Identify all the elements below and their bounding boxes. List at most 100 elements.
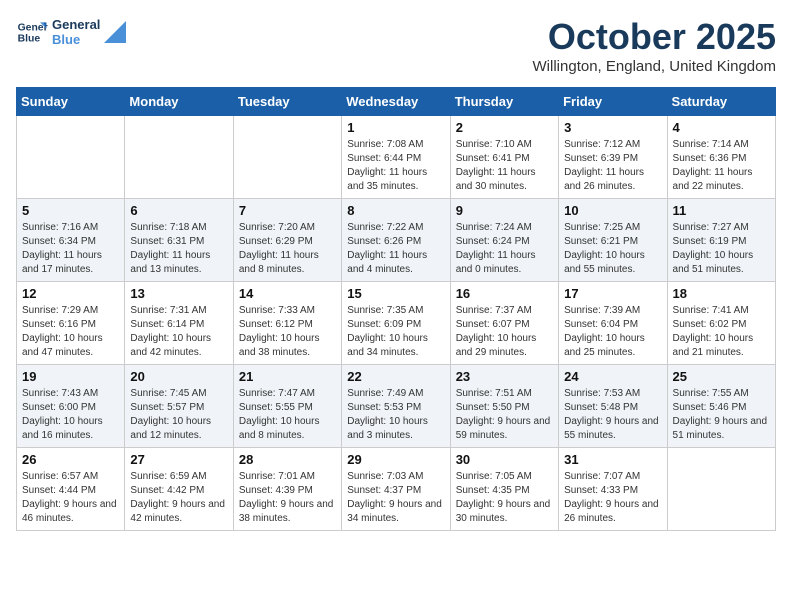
day-number: 11 — [673, 203, 770, 218]
calendar-cell — [17, 116, 125, 199]
day-info: Sunrise: 6:59 AMSunset: 4:42 PMDaylight:… — [130, 470, 227, 526]
day-info: Sunrise: 7:51 AMSunset: 5:50 PMDaylight:… — [456, 387, 553, 443]
day-number: 16 — [456, 286, 553, 301]
day-number: 7 — [239, 203, 336, 218]
calendar-cell — [125, 116, 233, 199]
calendar-cell — [667, 448, 775, 531]
calendar-cell: 16 Sunrise: 7:37 AMSunset: 6:07 PMDayligh… — [450, 282, 558, 365]
calendar-cell: 18 Sunrise: 7:41 AMSunset: 6:02 PMDayligh… — [667, 282, 775, 365]
day-number: 28 — [239, 452, 336, 467]
day-info: Sunrise: 7:37 AMSunset: 6:07 PMDaylight:… — [456, 304, 553, 360]
day-number: 5 — [22, 203, 119, 218]
day-number: 21 — [239, 369, 336, 384]
day-number: 4 — [673, 120, 770, 135]
calendar-cell: 29 Sunrise: 7:03 AMSunset: 4:37 PMDayligh… — [342, 448, 450, 531]
day-number: 25 — [673, 369, 770, 384]
calendar-cell: 15 Sunrise: 7:35 AMSunset: 6:09 PMDayligh… — [342, 282, 450, 365]
calendar-header-wednesday: Wednesday — [342, 88, 450, 116]
logo-line2: Blue — [52, 32, 100, 47]
day-info: Sunrise: 7:47 AMSunset: 5:55 PMDaylight:… — [239, 387, 336, 443]
calendar-cell: 13 Sunrise: 7:31 AMSunset: 6:14 PMDayligh… — [125, 282, 233, 365]
day-info: Sunrise: 7:43 AMSunset: 6:00 PMDaylight:… — [22, 387, 119, 443]
logo: General Blue General Blue — [16, 16, 126, 48]
day-info: Sunrise: 7:35 AMSunset: 6:09 PMDaylight:… — [347, 304, 444, 360]
logo-icon: General Blue — [16, 16, 48, 48]
calendar-cell: 17Sunrise: 7:39 AMSunset: 6:04 PMDayligh… — [559, 282, 667, 365]
day-number: 12 — [22, 286, 119, 301]
day-info: Sunrise: 7:33 AMSunset: 6:12 PMDaylight:… — [239, 304, 336, 360]
calendar-cell: 7 Sunrise: 7:20 AMSunset: 6:29 PMDaylight… — [233, 199, 341, 282]
day-info: Sunrise: 7:01 AMSunset: 4:39 PMDaylight:… — [239, 470, 336, 526]
day-number: 15 — [347, 286, 444, 301]
logo-triangle-icon — [104, 21, 126, 43]
calendar-cell: 3 Sunrise: 7:12 AMSunset: 6:39 PMDaylight… — [559, 116, 667, 199]
day-number: 19 — [22, 369, 119, 384]
calendar-cell — [233, 116, 341, 199]
calendar-header-row: SundayMondayTuesdayWednesdayThursdayFrid… — [17, 88, 776, 116]
day-info: Sunrise: 7:55 AMSunset: 5:46 PMDaylight:… — [673, 387, 770, 443]
svg-text:Blue: Blue — [18, 34, 41, 45]
day-info: Sunrise: 7:41 AMSunset: 6:02 PMDaylight:… — [673, 304, 770, 360]
day-info: Sunrise: 7:27 AMSunset: 6:19 PMDaylight:… — [673, 221, 770, 277]
calendar-cell: 5 Sunrise: 7:16 AMSunset: 6:34 PMDaylight… — [17, 199, 125, 282]
day-number: 13 — [130, 286, 227, 301]
day-info: Sunrise: 7:16 AMSunset: 6:34 PMDaylight:… — [22, 221, 119, 277]
calendar-cell: 1 Sunrise: 7:08 AMSunset: 6:44 PMDaylight… — [342, 116, 450, 199]
page-header: General Blue General Blue October 2025 W… — [16, 16, 776, 75]
calendar-cell: 31Sunrise: 7:07 AMSunset: 4:33 PMDayligh… — [559, 448, 667, 531]
day-number: 18 — [673, 286, 770, 301]
calendar-cell: 23Sunrise: 7:51 AMSunset: 5:50 PMDayligh… — [450, 365, 558, 448]
day-info: Sunrise: 6:57 AMSunset: 4:44 PMDaylight:… — [22, 470, 119, 526]
calendar-cell: 8Sunrise: 7:22 AMSunset: 6:26 PMDaylight… — [342, 199, 450, 282]
calendar-cell: 11 Sunrise: 7:27 AMSunset: 6:19 PMDayligh… — [667, 199, 775, 282]
day-info: Sunrise: 7:03 AMSunset: 4:37 PMDaylight:… — [347, 470, 444, 526]
calendar-header-sunday: Sunday — [17, 88, 125, 116]
day-number: 29 — [347, 452, 444, 467]
month-title: October 2025 — [533, 16, 776, 58]
calendar-cell: 20Sunrise: 7:45 AMSunset: 5:57 PMDayligh… — [125, 365, 233, 448]
calendar-cell: 26 Sunrise: 6:57 AMSunset: 4:44 PMDayligh… — [17, 448, 125, 531]
calendar-cell: 21 Sunrise: 7:47 AMSunset: 5:55 PMDayligh… — [233, 365, 341, 448]
day-number: 27 — [130, 452, 227, 467]
day-number: 14 — [239, 286, 336, 301]
calendar-cell: 27 Sunrise: 6:59 AMSunset: 4:42 PMDayligh… — [125, 448, 233, 531]
calendar-header-saturday: Saturday — [667, 88, 775, 116]
calendar-cell: 6Sunrise: 7:18 AMSunset: 6:31 PMDaylight… — [125, 199, 233, 282]
day-info: Sunrise: 7:53 AMSunset: 5:48 PMDaylight:… — [564, 387, 661, 443]
day-number: 6 — [130, 203, 227, 218]
day-info: Sunrise: 7:08 AMSunset: 6:44 PMDaylight:… — [347, 138, 444, 194]
day-number: 30 — [456, 452, 553, 467]
day-number: 8 — [347, 203, 444, 218]
calendar-cell: 24Sunrise: 7:53 AMSunset: 5:48 PMDayligh… — [559, 365, 667, 448]
calendar-cell: 12 Sunrise: 7:29 AMSunset: 6:16 PMDayligh… — [17, 282, 125, 365]
calendar-cell: 22 Sunrise: 7:49 AMSunset: 5:53 PMDayligh… — [342, 365, 450, 448]
calendar-header-friday: Friday — [559, 88, 667, 116]
location: Willington, England, United Kingdom — [533, 58, 776, 75]
calendar-cell: 2Sunrise: 7:10 AMSunset: 6:41 PMDaylight… — [450, 116, 558, 199]
day-number: 3 — [564, 120, 661, 135]
day-number: 17 — [564, 286, 661, 301]
day-number: 26 — [22, 452, 119, 467]
day-info: Sunrise: 7:12 AMSunset: 6:39 PMDaylight:… — [564, 138, 661, 194]
calendar-cell: 28 Sunrise: 7:01 AMSunset: 4:39 PMDayligh… — [233, 448, 341, 531]
calendar-cell: 14 Sunrise: 7:33 AMSunset: 6:12 PMDayligh… — [233, 282, 341, 365]
calendar-week-row: 12 Sunrise: 7:29 AMSunset: 6:16 PMDayligh… — [17, 282, 776, 365]
calendar-week-row: 5 Sunrise: 7:16 AMSunset: 6:34 PMDaylight… — [17, 199, 776, 282]
calendar-week-row: 1 Sunrise: 7:08 AMSunset: 6:44 PMDaylight… — [17, 116, 776, 199]
calendar-cell: 30 Sunrise: 7:05 AMSunset: 4:35 PMDayligh… — [450, 448, 558, 531]
calendar-week-row: 19 Sunrise: 7:43 AMSunset: 6:00 PMDayligh… — [17, 365, 776, 448]
calendar-cell: 25 Sunrise: 7:55 AMSunset: 5:46 PMDayligh… — [667, 365, 775, 448]
day-number: 22 — [347, 369, 444, 384]
day-number: 31 — [564, 452, 661, 467]
calendar-header-thursday: Thursday — [450, 88, 558, 116]
day-info: Sunrise: 7:31 AMSunset: 6:14 PMDaylight:… — [130, 304, 227, 360]
day-info: Sunrise: 7:05 AMSunset: 4:35 PMDaylight:… — [456, 470, 553, 526]
day-info: Sunrise: 7:29 AMSunset: 6:16 PMDaylight:… — [22, 304, 119, 360]
day-info: Sunrise: 7:25 AMSunset: 6:21 PMDaylight:… — [564, 221, 661, 277]
calendar-week-row: 26 Sunrise: 6:57 AMSunset: 4:44 PMDayligh… — [17, 448, 776, 531]
day-info: Sunrise: 7:49 AMSunset: 5:53 PMDaylight:… — [347, 387, 444, 443]
calendar-cell: 4Sunrise: 7:14 AMSunset: 6:36 PMDaylight… — [667, 116, 775, 199]
day-number: 1 — [347, 120, 444, 135]
calendar-cell: 10Sunrise: 7:25 AMSunset: 6:21 PMDayligh… — [559, 199, 667, 282]
day-info: Sunrise: 7:20 AMSunset: 6:29 PMDaylight:… — [239, 221, 336, 277]
